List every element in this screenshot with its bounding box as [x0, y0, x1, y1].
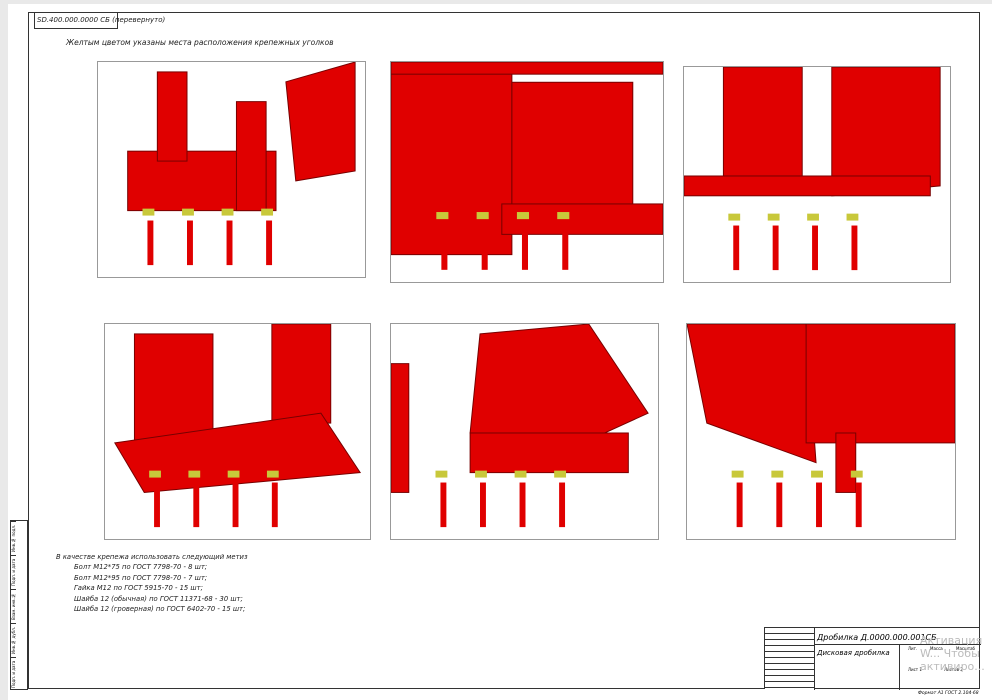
mounting-bracket-highlight [811, 470, 823, 478]
mounting-bracket-highlight [227, 470, 240, 478]
machine-render [391, 324, 649, 528]
side-label: Инв.№ дубл. [11, 623, 16, 657]
machine-part [285, 62, 356, 182]
machine-render [391, 62, 663, 270]
machine-leg [271, 482, 278, 528]
format-label: Формат А1 ГОСТ 2.104-68 [918, 691, 979, 696]
drawing-code: Дробилка Д.0000.000.001СБ [817, 633, 937, 642]
machine-render [687, 324, 955, 528]
machine-render [114, 324, 362, 528]
machine-leg [562, 224, 569, 270]
machine-part [805, 324, 955, 444]
machine-render [684, 67, 941, 271]
mounting-bracket-highlight [557, 212, 570, 220]
mounting-bracket-highlight [436, 212, 449, 220]
machine-leg [441, 224, 448, 270]
fastener-item: Гайка М12 по ГОСТ 5915-70 - 15 шт; [74, 584, 203, 593]
view-4 [104, 323, 371, 540]
view-5 [390, 323, 659, 540]
side-label: Инв.№ подл. [11, 521, 16, 555]
machine-part [156, 71, 188, 162]
mounting-bracket-highlight [731, 470, 744, 478]
machine-part [835, 432, 857, 493]
mounting-bracket-highlight [221, 208, 234, 216]
view-3 [683, 66, 951, 283]
machine-part [469, 432, 629, 474]
mounting-bracket-highlight [767, 213, 780, 221]
note-text: Желтым цветом указаны места расположения… [66, 38, 334, 47]
machine-part [391, 71, 513, 256]
revision-grid [765, 628, 815, 690]
machine-leg [816, 482, 822, 528]
machine-leg [266, 220, 273, 266]
mounting-bracket-highlight [261, 208, 274, 216]
mounting-bracket-highlight [476, 212, 489, 220]
machine-leg [812, 225, 818, 271]
view-6 [686, 323, 956, 540]
machine-leg [521, 224, 529, 270]
machine-leg [855, 482, 862, 528]
machine-leg [440, 482, 447, 528]
fastener-item: Шайба 12 (обычная) по ГОСТ 11371-68 - 30… [74, 594, 243, 603]
drawing-name: Дисковая дробилка [817, 649, 890, 657]
machine-leg [232, 482, 239, 528]
drawing-stamp: SD.400.000.0000 СБ (перевернуто) [34, 12, 165, 29]
view-2 [390, 61, 664, 283]
mounting-bracket-highlight [516, 212, 530, 220]
machine-leg [519, 482, 526, 528]
mounting-bracket-highlight [846, 213, 859, 221]
mounting-bracket-highlight [142, 208, 155, 216]
machine-leg [480, 482, 486, 528]
lit-label: Лит. [908, 646, 918, 651]
machine-leg [187, 220, 193, 266]
side-label: Подп. и дата [11, 657, 16, 691]
mounting-bracket-highlight [188, 470, 201, 478]
machine-leg [147, 220, 154, 266]
mounting-bracket-highlight [182, 208, 194, 216]
mounting-bracket-highlight [435, 470, 448, 478]
view-1 [97, 61, 366, 278]
side-label: Взам. инв.№ [11, 589, 16, 623]
side-stamp: Инв.№ подл. Подп. и дата Взам. инв.№ Инв… [10, 520, 28, 691]
machine-part [511, 81, 634, 225]
side-label: Подп. и дата [11, 555, 16, 589]
machine-part [687, 324, 817, 464]
machine-part [271, 324, 332, 424]
machine-leg [736, 482, 743, 528]
machine-leg [193, 482, 200, 528]
fastener-item: Болт М12*95 по ГОСТ 7798-70 - 7 шт; [74, 573, 208, 582]
mounting-bracket-highlight [850, 470, 863, 478]
machine-leg [559, 482, 566, 528]
machine-part [391, 363, 410, 493]
machine-leg [154, 482, 160, 528]
machine-leg [733, 225, 740, 271]
fastener-list: В качестве крепежа использовать следующи… [56, 552, 248, 614]
machine-part [684, 175, 931, 197]
mounting-bracket-highlight [149, 470, 161, 478]
machine-render [127, 62, 356, 266]
machine-part [235, 101, 267, 212]
machine-leg [772, 225, 779, 271]
machine-leg [851, 225, 858, 271]
fastener-title: В качестве крепежа использовать следующи… [56, 553, 248, 561]
machine-leg [776, 482, 783, 528]
activation-watermark: Активация W... Чтобы активиро... [920, 634, 985, 673]
fastener-item: Шайба 12 (гроверная) по ГОСТ 6402-70 - 1… [74, 605, 246, 614]
machine-part [722, 67, 803, 177]
machine-leg [226, 220, 233, 266]
mounting-bracket-highlight [771, 470, 784, 478]
mounting-bracket-highlight [728, 213, 741, 221]
machine-part [391, 62, 663, 75]
mounting-bracket-highlight [807, 213, 819, 221]
mounting-bracket-highlight [475, 470, 487, 478]
mounting-bracket-highlight [514, 470, 527, 478]
machine-leg [481, 224, 488, 270]
mounting-bracket-highlight [266, 470, 279, 478]
mounting-bracket-highlight [554, 470, 567, 478]
fastener-item: Болт М12*75 по ГОСТ 7798-70 - 8 шт; [74, 563, 208, 572]
